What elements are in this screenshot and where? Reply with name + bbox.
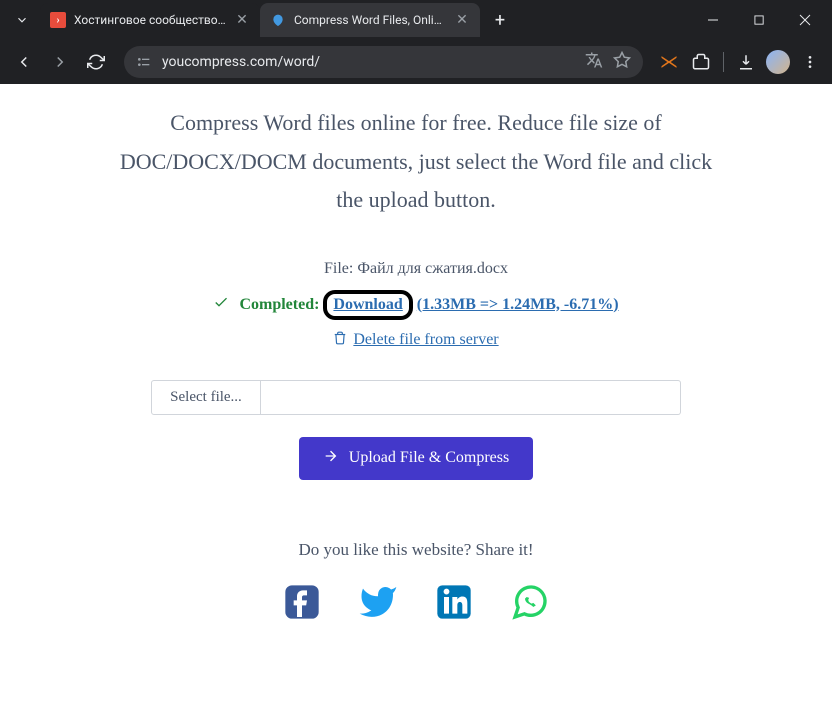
check-icon [213,294,229,315]
titlebar: › Хостинговое сообщество «Tim ✕ Compress… [0,0,832,40]
tab-active[interactable]: Compress Word Files, Online D ✕ [260,3,480,37]
metamask-extension-icon[interactable] [655,48,683,76]
avatar [766,50,790,74]
toolbar: youcompress.com/word/ [0,40,832,84]
address-bar[interactable]: youcompress.com/word/ [124,46,643,78]
facebook-icon[interactable] [282,582,322,622]
maximize-button[interactable] [736,0,782,40]
menu-button[interactable] [796,48,824,76]
file-label: File: [324,260,357,277]
compression-stats[interactable]: (1.33MB => 1.24MB, -6.71%) [417,296,619,314]
tab-favicon-icon: › [50,12,66,28]
whatsapp-icon[interactable] [510,582,550,622]
page-content[interactable]: Compress Word files online for free. Red… [0,84,832,712]
status-line: Completed: Download (1.33MB => 1.24MB, -… [60,290,772,320]
file-name: Файл для сжатия.docx [357,260,508,277]
tab-favicon-icon [270,12,286,28]
download-highlight: Download [323,290,412,320]
delete-label: Delete file from server [353,331,498,349]
downloads-button[interactable] [732,48,760,76]
upload-button[interactable]: Upload File & Compress [299,437,533,480]
translate-icon[interactable] [585,51,603,73]
profile-button[interactable] [764,48,792,76]
share-icons [60,582,772,622]
minimize-button[interactable] [690,0,736,40]
linkedin-icon[interactable] [434,582,474,622]
reload-button[interactable] [80,46,112,78]
forward-button[interactable] [44,46,76,78]
completed-label: Completed: [239,296,319,314]
share-prompt: Do you like this website? Share it! [60,540,772,560]
new-tab-button[interactable]: + [486,6,514,34]
tab-search-dropdown[interactable] [10,8,34,32]
delete-file-link[interactable]: Delete file from server [333,331,498,350]
upload-label: Upload File & Compress [349,449,509,467]
tab-title: Compress Word Files, Online D [294,13,448,27]
window-controls [690,0,828,40]
extensions-button[interactable] [687,48,715,76]
toolbar-divider [723,52,724,72]
tab-title: Хостинговое сообщество «Tim [74,13,228,27]
url-text: youcompress.com/word/ [162,54,320,70]
site-settings-icon[interactable] [136,54,152,70]
browser-chrome: › Хостинговое сообщество «Tim ✕ Compress… [0,0,832,84]
trash-icon [333,331,347,350]
close-window-button[interactable] [782,0,828,40]
back-button[interactable] [8,46,40,78]
bookmark-icon[interactable] [613,51,631,73]
file-name-input[interactable] [261,380,681,415]
file-info: File: Файл для сжатия.docx [60,260,772,278]
select-file-button[interactable]: Select file... [151,380,261,415]
hero-text: Compress Word files online for free. Red… [106,104,726,220]
twitter-icon[interactable] [358,582,398,622]
download-link[interactable]: Download [333,296,402,313]
tab-close-button[interactable]: ✕ [234,12,250,28]
tab-close-button[interactable]: ✕ [454,12,470,28]
tab-inactive-1[interactable]: › Хостинговое сообщество «Tim ✕ [40,3,260,37]
arrow-right-icon [323,448,339,469]
file-select-row: Select file... [60,380,772,415]
